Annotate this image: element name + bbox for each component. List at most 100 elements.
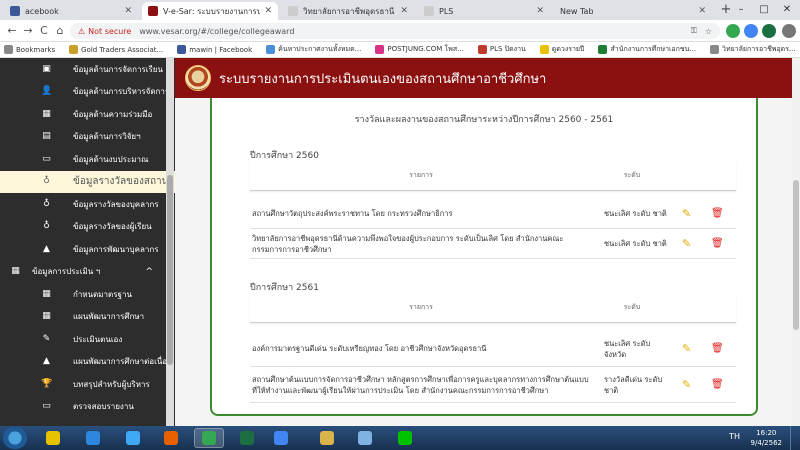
- tab-facebook[interactable]: acebook ✕: [4, 2, 138, 20]
- sidebar-subitem-label: บทสรุปสำหรับผู้บริหาร: [73, 379, 150, 389]
- bookmark-item[interactable]: POSTJUNG.COM โพส...: [375, 44, 464, 55]
- bookmark-star-icon[interactable]: ☆: [705, 27, 712, 36]
- line-app-icon: [398, 431, 412, 445]
- language-indicator[interactable]: TH: [729, 432, 740, 441]
- sidebar-subitem[interactable]: ▦ กำหนดมาตรฐาน: [0, 283, 175, 306]
- maximize-button[interactable]: □: [753, 0, 775, 20]
- bookmark-item[interactable]: Bookmarks: [4, 45, 55, 54]
- table-row: สถานศึกษาต้นแบบการจัดการอาชีวศึกษา หลักส…: [250, 367, 736, 403]
- sidebar-item-label: ข้อมูลด้านการจัดการเรียน: [73, 64, 163, 74]
- close-icon[interactable]: ✕: [698, 6, 706, 16]
- sidebar-subitem-icon: ▭: [42, 401, 51, 412]
- close-window-button[interactable]: ✕: [776, 0, 798, 20]
- delete-icon[interactable]: 🗑: [711, 208, 724, 219]
- edit-icon[interactable]: ✎: [682, 238, 693, 249]
- page-scrollbar-thumb[interactable]: [793, 180, 799, 330]
- sidebar-item-label: ข้อมูลรางวัลของผู้เรียน: [73, 222, 152, 232]
- sidebar-item[interactable]: ▤ ข้อมูลด้านการวิจัยฯ: [0, 126, 175, 149]
- sidebar-subitem[interactable]: ▭ ตรวจสอบรายงาน: [0, 396, 175, 419]
- sidebar-subitem[interactable]: ▦ แผนพัฒนาการศึกษา: [0, 306, 175, 329]
- sidebar-item[interactable]: ♁ ข้อมูลรางวัลของสถานศึกษา: [0, 170, 175, 193]
- reload-button[interactable]: C: [36, 23, 52, 39]
- bookmark-item[interactable]: ค้นหาประกาศงานทั้งหมด...: [266, 44, 361, 55]
- delete-icon[interactable]: 🗑: [711, 379, 724, 390]
- show-desktop-button[interactable]: [790, 426, 800, 450]
- extension-icon[interactable]: [744, 24, 758, 38]
- bookmark-label: mawin | Facebook: [189, 45, 253, 54]
- home-button[interactable]: ⌂: [52, 23, 68, 39]
- row-actions: ✎ 🗑: [672, 208, 736, 219]
- sidebar-item[interactable]: ♁ ข้อมูลรางวัลของบุคลากร: [0, 193, 175, 216]
- media-player-app[interactable]: [78, 428, 108, 448]
- column-header-item: รายการ: [409, 303, 433, 311]
- back-button[interactable]: ←: [4, 23, 20, 39]
- close-icon[interactable]: ✕: [124, 6, 132, 16]
- internet-explorer-app[interactable]: [118, 428, 148, 448]
- bookmark-item[interactable]: mawin | Facebook: [177, 45, 252, 54]
- line-app[interactable]: [390, 428, 420, 448]
- bookmark-item[interactable]: ดูดวงรายปี: [539, 44, 584, 55]
- delete-icon[interactable]: 🗑: [711, 238, 724, 249]
- forward-button[interactable]: →: [20, 23, 36, 39]
- sidebar-group-icon: ▦: [11, 266, 20, 277]
- bookmark-item[interactable]: สำนักงานการศึกษาเอกชน...: [598, 44, 696, 55]
- tab-college[interactable]: วิทยาลัยการอาชีพอุดรธานี ✕: [282, 2, 414, 20]
- tab-pls[interactable]: PLS ✕: [418, 2, 550, 20]
- award-level-text: ชนะเลิศ ระดับ ชาติ: [604, 239, 667, 248]
- folder-app[interactable]: [312, 428, 342, 448]
- sidebar-subitem[interactable]: ▲ แผนพัฒนาการศึกษาต่อเนื่อง: [0, 351, 175, 374]
- tab-vesar[interactable]: V-e-Sar: ระบบรายงานการประเมินต ✕: [142, 2, 278, 20]
- chrome-profile-app[interactable]: [266, 428, 296, 448]
- bookmark-label: PLS ปิดงาน: [489, 45, 526, 53]
- sidebar-item-label: ข้อมูลรางวัลของบุคลากร: [73, 199, 159, 209]
- sidebar-item[interactable]: ▲ ข้อมูลการพัฒนาบุคลากร: [0, 238, 175, 261]
- network-app-icon: [358, 431, 372, 445]
- edit-icon[interactable]: ✎: [682, 343, 693, 354]
- not-secure-label[interactable]: Not secure: [88, 27, 131, 36]
- minimize-button[interactable]: –: [730, 0, 752, 20]
- sidebar-item-icon: ▲: [43, 243, 50, 254]
- bookmark-item[interactable]: PLS ปิดงาน: [477, 44, 526, 55]
- sidebar-item[interactable]: ▦ ข้อมูลด้านความร่วมมือ: [0, 103, 175, 126]
- bookmark-label: Bookmarks: [16, 45, 56, 54]
- sidebar-item[interactable]: ♁ ข้อมูลรางวัลของผู้เรียน: [0, 216, 175, 239]
- tab-new-tab[interactable]: New Tab ✕: [554, 2, 712, 20]
- network-app[interactable]: [350, 428, 380, 448]
- extension-icon[interactable]: [762, 24, 776, 38]
- key-icon[interactable]: ⚿: [691, 26, 697, 36]
- sidebar-subitem[interactable]: 🏆 บทสรุปสำหรับผู้บริหาร: [0, 373, 175, 396]
- chrome-profile-app-icon: [274, 431, 288, 445]
- chevron-up-icon[interactable]: ^: [145, 267, 153, 277]
- delete-icon[interactable]: 🗑: [711, 343, 724, 354]
- close-icon[interactable]: ✕: [536, 6, 544, 16]
- excel-app[interactable]: [232, 428, 262, 448]
- edit-icon[interactable]: ✎: [682, 379, 693, 390]
- sidebar-group-assessment[interactable]: ▦ ข้อมูลการประเมิน ฯ ^: [0, 261, 175, 284]
- explorer-app[interactable]: [38, 428, 68, 448]
- start-button[interactable]: [3, 427, 27, 449]
- url-input[interactable]: ⚠ Not secure www.vesar.org/#/college/col…: [70, 23, 720, 39]
- windows-taskbar: TH 16:20 9/4/2562: [0, 426, 800, 450]
- system-clock[interactable]: 16:20 9/4/2562: [751, 428, 782, 448]
- bookmark-icon: [477, 45, 487, 54]
- sidebar-item[interactable]: ▣ ข้อมูลด้านการจัดการเรียน: [0, 58, 175, 81]
- sidebar-subitem[interactable]: ✎ ประเมินตนเอง: [0, 328, 175, 351]
- close-icon[interactable]: ✕: [400, 6, 408, 16]
- firefox-app[interactable]: [156, 428, 186, 448]
- sidebar-scrollbar-thumb[interactable]: [167, 175, 173, 365]
- chrome-app[interactable]: [194, 428, 224, 448]
- sidebar-item[interactable]: 👤 ข้อมูลด้านการบริหารจัดการ: [0, 81, 175, 104]
- sidebar-group-label: ข้อมูลการประเมิน ฯ: [32, 267, 101, 277]
- row-actions: ✎ 🗑: [672, 238, 736, 249]
- edit-icon[interactable]: ✎: [682, 208, 693, 219]
- bookmark-item[interactable]: วิทยาลัยการอาชีพอุดร...: [710, 44, 796, 55]
- award-level-text: ชนะเลิศ ระดับ จังหวัด: [604, 338, 651, 359]
- menu-icon[interactable]: [782, 24, 796, 38]
- sidebar-item[interactable]: ▭ ข้อมูลด้านงบประมาณ: [0, 148, 175, 171]
- column-header-level: ระดับ: [623, 303, 641, 311]
- bookmark-item[interactable]: Gold Traders Associat...: [69, 45, 163, 54]
- extension-icon[interactable]: [726, 24, 740, 38]
- close-icon[interactable]: ✕: [264, 6, 272, 16]
- site-title: ระบบรายงานการประเมินตนเองของสถานศึกษาอาช…: [219, 71, 547, 87]
- sidebar-item-icon: ▣: [42, 63, 51, 74]
